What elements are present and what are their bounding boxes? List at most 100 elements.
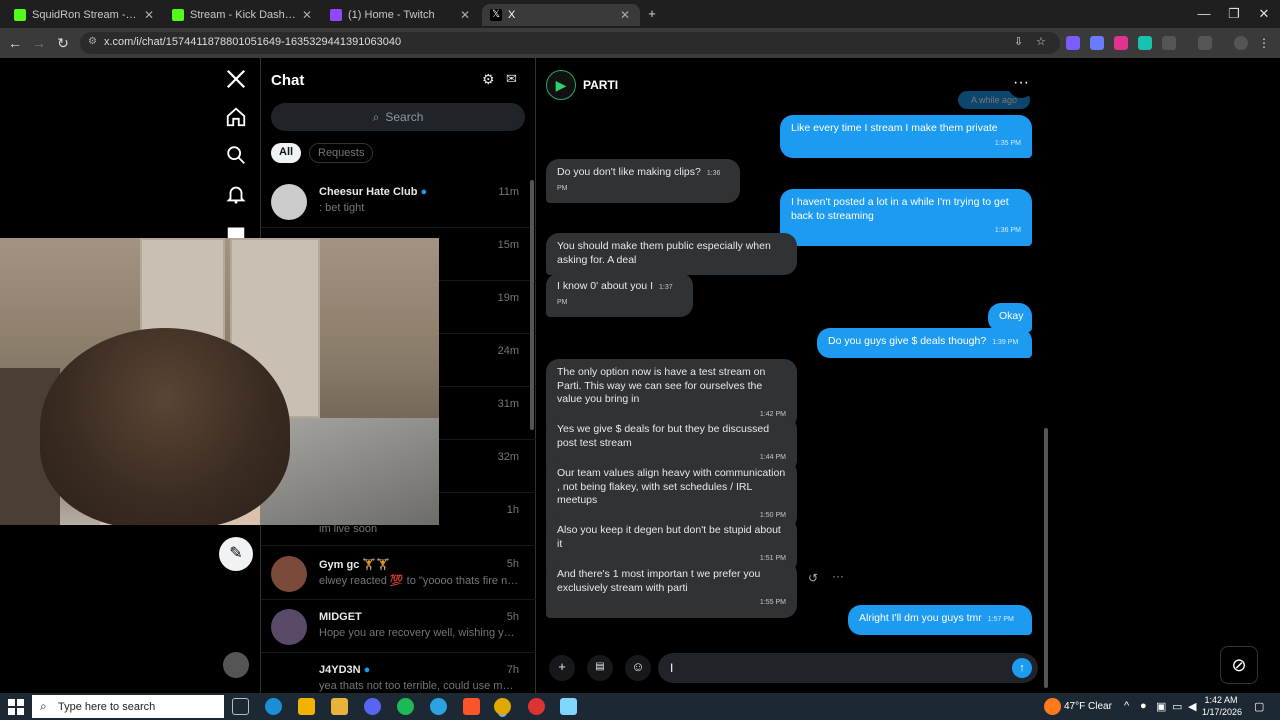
conversation-time: 1h	[506, 504, 519, 516]
extension-icon[interactable]	[1114, 36, 1128, 50]
conversation-name: J4YD3N ●	[319, 664, 371, 676]
conversation-header[interactable]: ▶ PARTI	[546, 70, 618, 100]
site-info-icon[interactable]: ⚙	[88, 36, 97, 47]
close-icon[interactable]: ✕	[458, 8, 472, 22]
volume-icon[interactable]: ◀	[1188, 700, 1196, 713]
network-icon[interactable]: ▭	[1172, 700, 1182, 713]
message-input[interactable]	[658, 653, 1038, 683]
parti-logo-icon: ▶	[555, 76, 567, 93]
close-icon[interactable]: ✕	[618, 8, 632, 22]
close-window-icon[interactable]: ✕	[1254, 6, 1274, 22]
message-bubble-outgoing[interactable]: I haven't posted a lot in a while I'm tr…	[780, 189, 1032, 246]
home-icon[interactable]	[225, 106, 247, 128]
send-button[interactable]: ↑	[1012, 658, 1032, 678]
list-item[interactable]: MIDGET Hope you are recovery well, wishi…	[261, 601, 536, 653]
search-input[interactable]: ⌕ Search	[271, 103, 525, 131]
brave-icon[interactable]	[463, 698, 480, 715]
message-timestamp: 1:35 PM	[994, 139, 1021, 147]
install-icon[interactable]: ⇩	[1014, 35, 1023, 48]
message-bubble-incoming[interactable]: I know 0' about you I 1:37 PM	[546, 273, 693, 317]
profile-icon[interactable]	[1234, 36, 1248, 50]
compose-post-button[interactable]: ✎	[219, 537, 253, 571]
message-bubble-incoming[interactable]: You should make them public especially w…	[546, 233, 797, 275]
message-bubble-outgoing[interactable]: Like every time I stream I make them pri…	[780, 115, 1032, 158]
conversation-name: Gym gc 🏋️🏋️	[319, 559, 390, 571]
bell-icon[interactable]	[225, 183, 247, 205]
menu-kebab-icon[interactable]: ⋮	[1258, 36, 1272, 50]
message-bubble-outgoing[interactable]: Do you guys give $ deals though? 1:39 PM	[817, 328, 1032, 358]
puzzle-icon[interactable]	[1162, 36, 1176, 50]
new-tab-button[interactable]: +	[642, 6, 662, 21]
close-icon[interactable]: ✕	[300, 8, 314, 22]
side-panel-icon[interactable]	[1198, 36, 1212, 50]
avatar[interactable]	[223, 652, 249, 678]
clock-date[interactable]: 1/17/2026	[1202, 707, 1242, 717]
parti-avatar: ▶	[546, 70, 576, 100]
minimize-icon[interactable]: —	[1194, 6, 1214, 21]
emoji-icon[interactable]: ☺	[625, 655, 651, 681]
store-icon[interactable]	[298, 698, 315, 715]
windows-start-icon[interactable]	[8, 699, 24, 715]
task-view-icon[interactable]	[232, 698, 249, 715]
list-item[interactable]: Cheesur Hate Club ● : bet tight 11m	[261, 176, 536, 228]
list-item[interactable]: Gym gc 🏋️🏋️ elwey reacted 💯 to "yoooo th…	[261, 548, 536, 600]
search-icon[interactable]	[225, 144, 247, 166]
tray-chevron-icon[interactable]: ^	[1124, 700, 1129, 712]
close-icon[interactable]: ✕	[142, 8, 156, 22]
conversation-scrollbar[interactable]	[1044, 428, 1048, 688]
extension-icon[interactable]	[1138, 36, 1152, 50]
tab-twitch[interactable]: (1) Home - Twitch ✕	[322, 4, 480, 26]
taskbar-search-placeholder: Type here to search	[58, 700, 156, 713]
taskbar-search[interactable]: ⌕ Type here to search	[32, 695, 224, 718]
chrome-icon[interactable]	[494, 698, 511, 715]
more-options-icon[interactable]: ···	[1008, 72, 1034, 98]
discord-icon[interactable]	[364, 698, 381, 715]
x-logo-icon[interactable]	[225, 68, 247, 90]
filter-all-tab[interactable]: All	[271, 143, 302, 163]
kick-icon	[172, 9, 184, 21]
url-field[interactable]: ⚙ x.com/i/chat/1574411878801051649-16353…	[80, 32, 1060, 54]
message-bubble-outgoing[interactable]: Alright I'll dm you guys tmr 1:57 PM	[848, 605, 1032, 635]
forward-icon[interactable]: →	[30, 34, 48, 52]
list-item[interactable]: J4YD3N ● yea thats not too terrible, cou…	[261, 654, 536, 694]
conversation-time: 31m	[497, 398, 519, 410]
new-message-icon[interactable]: ✉	[506, 71, 517, 87]
react-icon[interactable]: ↺	[808, 571, 818, 585]
filter-requests-tab[interactable]: Requests	[309, 143, 374, 163]
message-bubble-incoming[interactable]: Do you don't like making clips? 1:36 PM	[546, 159, 740, 203]
file-explorer-icon[interactable]	[331, 698, 348, 715]
weather-text[interactable]: 47°F Clear	[1064, 701, 1112, 712]
tab-x[interactable]: 𝕏 X ✕	[482, 4, 640, 26]
bookmark-star-icon[interactable]: ☆	[1036, 35, 1046, 48]
page-title: Chat	[271, 72, 305, 89]
message-bubble-incoming[interactable]: And there's 1 most importan t we prefer …	[546, 561, 797, 618]
tab-kick-dashboard[interactable]: Stream - Kick Dashboard ✕	[164, 4, 322, 26]
clock-time[interactable]: 1:42 AM	[1204, 695, 1238, 705]
telegram-icon[interactable]	[430, 698, 447, 715]
extension-icon[interactable]	[1066, 36, 1080, 50]
add-attachment-button[interactable]: +	[549, 655, 575, 681]
tab-squidron[interactable]: SquidRon Stream - Watch Live ✕	[6, 4, 164, 26]
chat-list-scrollbar[interactable]	[530, 180, 534, 430]
message-composer: + ▤ ☺ ↑	[536, 648, 1048, 688]
edge-icon[interactable]	[265, 698, 282, 715]
conversation-name: Cheesur Hate Club ●	[319, 186, 428, 198]
obs-icon[interactable]	[528, 698, 545, 715]
tray-app-icon[interactable]: ▣	[1156, 700, 1166, 713]
extension-icon[interactable]	[1090, 36, 1104, 50]
gif-icon[interactable]: ▤	[587, 655, 613, 681]
message-more-icon[interactable]: ···	[832, 569, 844, 583]
message-timestamp: 1:36 PM	[994, 227, 1021, 234]
conversation-preview: Hope you are recovery well, wishing you …	[319, 627, 519, 639]
spotify-icon[interactable]	[397, 698, 414, 715]
app-icon[interactable]	[560, 698, 577, 715]
reload-icon[interactable]: ↻	[54, 34, 72, 52]
mic-icon[interactable]: ●	[1140, 700, 1147, 712]
notification-icon[interactable]: ▢	[1254, 700, 1264, 713]
settings-gear-icon[interactable]: ⚙	[482, 71, 495, 88]
restore-icon[interactable]: ❐	[1224, 6, 1244, 22]
grok-icon[interactable]: ⊘	[1220, 646, 1258, 684]
weather-icon[interactable]	[1044, 698, 1061, 715]
address-bar-row: ← → ↻ ⚙ x.com/i/chat/1574411878801051649…	[0, 28, 1280, 58]
back-icon[interactable]: ←	[6, 34, 24, 52]
